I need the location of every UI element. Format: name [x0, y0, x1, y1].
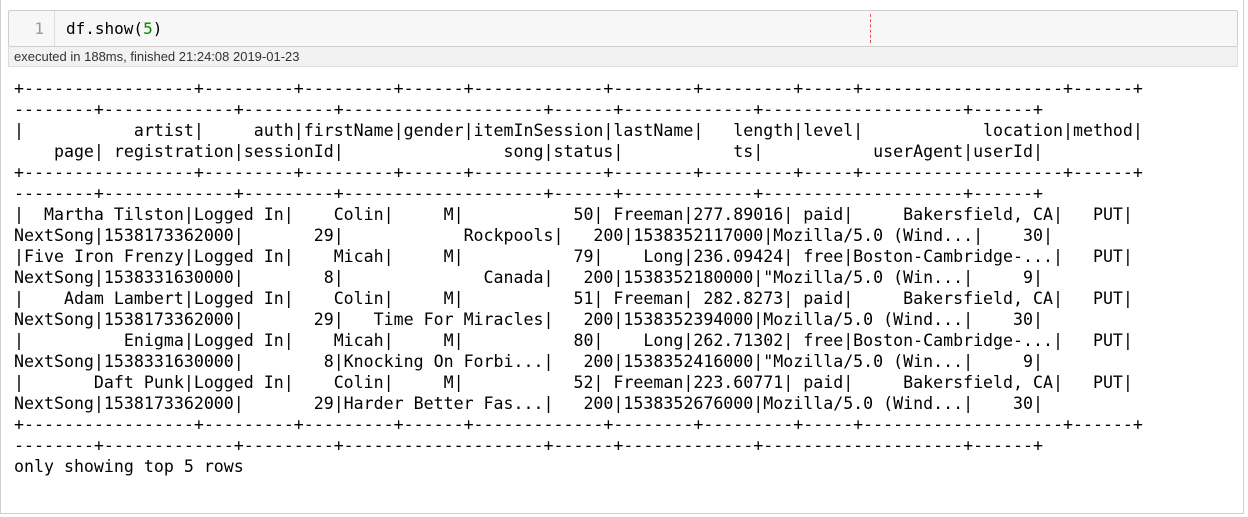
output-line: NextSong|1538173362000| 29| Time For Mir…	[14, 310, 1043, 329]
line-length-ruler	[870, 14, 871, 43]
line-number: 1	[34, 19, 44, 38]
output-line: | Daft Punk|Logged In| Colin| M| 52| Fre…	[14, 373, 1133, 392]
output-line: |Five Iron Frenzy|Logged In| Micah| M| 7…	[14, 247, 1133, 266]
output-line: | Martha Tilston|Logged In| Colin| M| 50…	[14, 205, 1133, 224]
output-line: | Adam Lambert|Logged In| Colin| M| 51| …	[14, 289, 1133, 308]
code-suffix: )	[152, 19, 163, 38]
notebook-cell[interactable]: 1 df.show(5) executed in 188ms, finished…	[0, 0, 1244, 514]
output-line: +-----------------+---------+---------+-…	[14, 79, 1143, 98]
code-line[interactable]: df.show(5)	[66, 19, 162, 38]
line-gutter: 1	[9, 11, 55, 46]
output-line: NextSong|1538331630000| 8|Knocking On Fo…	[14, 352, 1043, 371]
output-line: --------+-------------+---------+-------…	[14, 184, 1043, 203]
output-line: +-----------------+---------+---------+-…	[14, 415, 1143, 434]
output-line: only showing top 5 rows	[14, 457, 244, 476]
output-line: NextSong|1538173362000| 29| Rockpools| 2…	[14, 226, 1053, 245]
output-line: NextSong|1538331630000| 8| Canada| 200|1…	[14, 268, 1043, 287]
output-line: --------+-------------+---------+-------…	[14, 436, 1043, 455]
code-prefix: df.show(	[66, 19, 144, 38]
execution-info: executed in 188ms, finished 21:24:08 201…	[8, 47, 1238, 67]
output-line: | Enigma|Logged In| Micah| M| 80| Long|2…	[14, 331, 1133, 350]
output-line: page| registration|sessionId| song|statu…	[14, 142, 1043, 161]
code-input-area[interactable]: 1 df.show(5)	[8, 10, 1238, 47]
output-area: +-----------------+---------+---------+-…	[14, 78, 1239, 488]
output-line: | artist| auth|firstName|gender|itemInSe…	[14, 121, 1143, 140]
code-number-arg: 5	[143, 19, 153, 38]
output-line: NextSong|1538173362000| 29|Harder Better…	[14, 394, 1043, 413]
output-line: +-----------------+---------+---------+-…	[14, 163, 1143, 182]
output-line: --------+-------------+---------+-------…	[14, 100, 1043, 119]
